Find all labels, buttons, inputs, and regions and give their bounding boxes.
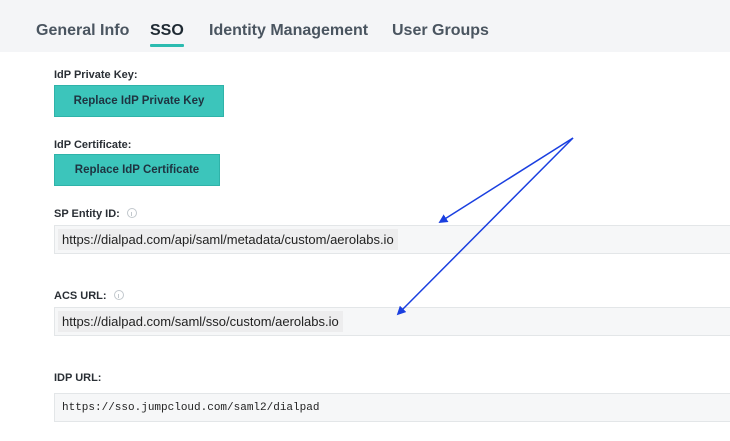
acs-url-field[interactable]: https://dialpad.com/saml/sso/custom/aero… — [54, 307, 730, 336]
sp-entity-id-field[interactable]: https://dialpad.com/api/saml/metadata/cu… — [54, 225, 730, 254]
tab-sso[interactable]: SSO — [150, 22, 184, 40]
tab-identity-management[interactable]: Identity Management — [209, 22, 368, 40]
sp-entity-id-label-text: SP Entity ID: — [54, 208, 120, 220]
idp-url-field[interactable]: https://sso.jumpcloud.com/saml2/dialpad — [54, 393, 730, 422]
tab-general-info[interactable]: General Info — [36, 22, 129, 40]
replace-idp-private-key-button[interactable]: Replace IdP Private Key — [54, 85, 224, 117]
acs-url-label: ACS URL: — [54, 290, 124, 302]
acs-url-label-text: ACS URL: — [54, 290, 107, 302]
info-icon[interactable] — [113, 290, 124, 300]
tab-user-groups[interactable]: User Groups — [392, 22, 489, 40]
idp-url-value: https://sso.jumpcloud.com/saml2/dialpad — [62, 401, 320, 414]
sp-entity-id-label: SP Entity ID: — [54, 208, 137, 220]
acs-url-value: https://dialpad.com/saml/sso/custom/aero… — [58, 311, 343, 332]
tab-bar: General Info SSO Identity Management Use… — [0, 0, 730, 52]
idp-url-label: IDP URL: — [54, 372, 102, 384]
replace-idp-certificate-button[interactable]: Replace IdP Certificate — [54, 154, 220, 186]
idp-certificate-label: IdP Certificate: — [54, 139, 132, 151]
active-tab-indicator — [150, 44, 184, 47]
sp-entity-id-value: https://dialpad.com/api/saml/metadata/cu… — [58, 229, 398, 250]
idp-private-key-label: IdP Private Key: — [54, 69, 138, 81]
info-icon[interactable] — [126, 208, 137, 218]
